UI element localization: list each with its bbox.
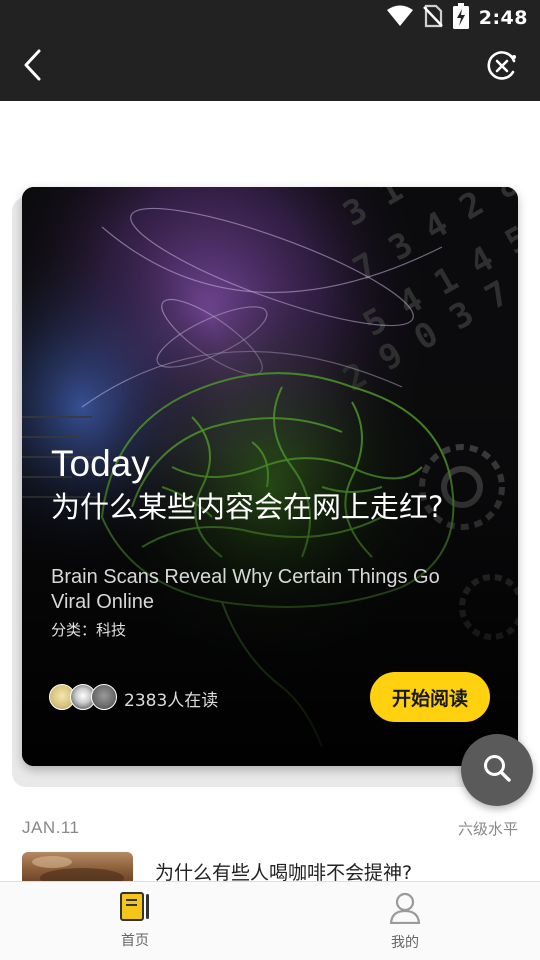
reader-avatars [49,684,119,712]
status-bar: 2:48 [0,0,540,36]
featured-card[interactable]: 3 1 4 5 3 6 7 3 4 2 8 4 5 4 1 4 5 5 2 9 … [22,187,518,766]
app-bar [0,36,540,101]
wifi-icon [386,5,413,31]
featured-label: Today [51,443,150,484]
avatar [91,684,117,710]
featured-subtitle: Brain Scans Reveal Why Certain Things Go… [51,566,440,613]
status-time: 2:48 [478,7,528,29]
featured-title: 为什么某些内容会在网上走红? [51,490,444,524]
start-reading-button[interactable]: 开始阅读 [370,672,490,722]
screen: 2:48 Today 为什么某些内容会在网上走红? Brain Scans Re… [0,0,540,960]
status-icons: 2:48 [386,3,528,33]
list-item-thumbnail [22,852,133,882]
search-button[interactable] [461,734,533,806]
close-button[interactable] [484,50,520,86]
search-icon [482,753,512,787]
header: 2:48 [0,0,540,101]
nav-item-home[interactable]: 首页 [85,892,185,954]
chevron-left-icon [23,49,43,85]
nav-item-me[interactable]: 我的 [355,892,455,954]
list-level: 六级水平 [457,820,518,838]
bottom-nav: 首页 我的 [0,881,540,960]
featured-category: 分类：科技 [51,621,127,639]
reader-count: 2383人在读 [124,691,219,711]
close-circle-icon [486,50,518,86]
no-sim-icon [422,4,443,32]
book-icon [118,892,152,926]
list-item[interactable]: 为什么有些人喝咖啡不会提神? [22,852,518,884]
nav-label-home: 首页 [121,933,149,949]
list-date: JAN.11 [22,818,80,837]
person-icon [388,892,422,928]
nav-label-me: 我的 [391,935,419,951]
battery-charging-icon [452,3,469,33]
back-button[interactable] [14,48,52,86]
